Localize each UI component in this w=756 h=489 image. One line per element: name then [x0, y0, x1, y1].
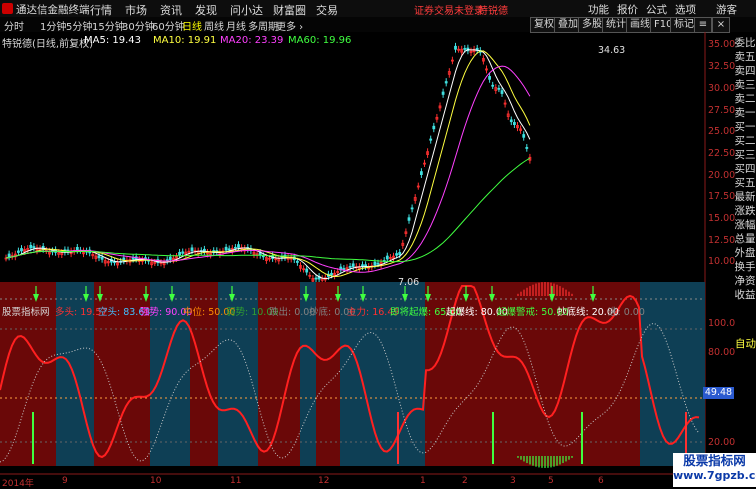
- sidebar-item[interactable]: 卖四: [734, 65, 756, 78]
- menu-formula[interactable]: 公式: [646, 2, 667, 17]
- menu-function[interactable]: 功能: [588, 2, 609, 17]
- date-label: 5: [548, 476, 554, 486]
- sidebar-item[interactable]: 换手: [734, 261, 756, 274]
- ma10-label: MA10: 19.91: [153, 35, 217, 46]
- price-tick: 17.50: [708, 191, 736, 202]
- sidebar-item[interactable]: 买二: [734, 135, 756, 148]
- ind-axis-tick: 100.0: [708, 318, 736, 329]
- sidebar-item[interactable]: 最新: [734, 191, 756, 204]
- period-intraday[interactable]: 分时: [4, 18, 24, 33]
- price-tick: 20.00: [708, 170, 736, 181]
- sidebar-item[interactable]: 卖二: [734, 93, 756, 106]
- guest-label[interactable]: 游客: [716, 2, 737, 17]
- sidebar-item[interactable]: 卖五: [734, 51, 756, 64]
- period-1min[interactable]: 1分钟: [40, 18, 66, 33]
- menu-market[interactable]: 市场: [125, 2, 147, 18]
- period-30min[interactable]: 30分钟: [122, 18, 155, 33]
- ma20-label: MA20: 23.39: [220, 35, 284, 46]
- date-label: 2: [462, 476, 468, 486]
- menu-wealth[interactable]: 财富圈: [273, 2, 306, 18]
- auto-label[interactable]: 自动: [735, 336, 756, 351]
- close-icon[interactable]: ×: [712, 17, 730, 33]
- ind-axis-tick: 20.00: [708, 437, 736, 448]
- date-label: 11: [230, 476, 242, 486]
- date-label: 9: [62, 476, 68, 486]
- sidebar-item[interactable]: 买五: [734, 177, 756, 190]
- menu-options[interactable]: 选项: [675, 2, 696, 17]
- app-logo-icon: [2, 3, 13, 14]
- high-price-annotation: 34.63: [598, 45, 626, 56]
- sidebar-item[interactable]: 委比: [734, 37, 756, 50]
- watermark: 股票指标网 www.7gpzb.com: [673, 453, 756, 487]
- date-label: 3: [510, 476, 516, 486]
- sidebar-item[interactable]: 涨跌: [734, 205, 756, 218]
- chart-area: [0, 32, 706, 487]
- menu-trade[interactable]: 交易: [316, 2, 338, 18]
- login-notice[interactable]: 证券交易未登录: [414, 2, 484, 17]
- low-price-annotation: 7.06: [398, 277, 420, 288]
- price-tick: 15.00: [708, 213, 736, 224]
- menu-bar: 通达信金融终端 行情 市场 资讯 发现 问小达 财富圈 交易 证券交易未登录 特…: [0, 0, 756, 18]
- price-tick: 35.00: [708, 39, 736, 50]
- quote-sidebar: 委比 卖五 卖四 卖三 卖二 卖一 买一 买二 买三 买四 买五 最新 涨跌 涨…: [734, 34, 756, 310]
- sidebar-item[interactable]: 涨幅: [734, 219, 756, 232]
- price-tick: 10.00: [708, 256, 736, 267]
- menu-ask[interactable]: 问小达: [230, 2, 263, 18]
- period-more[interactable]: 更多 ›: [276, 18, 303, 33]
- sidebar-item[interactable]: 收益: [734, 289, 756, 302]
- sidebar-item[interactable]: 买一: [734, 121, 756, 134]
- price-tick: 22.50: [708, 148, 736, 159]
- sidebar-item[interactable]: 卖三: [734, 79, 756, 92]
- sidebar-item[interactable]: 净资: [734, 275, 756, 288]
- price-tick: 12.50: [708, 235, 736, 246]
- date-label: 2014年: [2, 479, 34, 489]
- ma5-label: MA5: 19.43: [84, 35, 142, 46]
- moving-average-series: [5, 49, 531, 280]
- period-multi[interactable]: 多周期: [248, 18, 278, 33]
- period-weekly[interactable]: 周线: [204, 18, 224, 33]
- period-monthly[interactable]: 月线: [226, 18, 246, 33]
- sidebar-item[interactable]: 买四: [734, 163, 756, 176]
- sidebar-item[interactable]: 外盘: [734, 247, 756, 260]
- date-label: 10: [150, 476, 162, 486]
- menu-news[interactable]: 资讯: [160, 2, 182, 18]
- menu-quote[interactable]: 报价: [617, 2, 638, 17]
- candlestick-series: [4, 42, 532, 285]
- period-daily[interactable]: 日线: [182, 18, 202, 33]
- ma60-label: MA60: 19.96: [288, 35, 352, 46]
- app-title: 通达信金融终端: [16, 4, 90, 16]
- indicator-current-value: 49.48: [703, 387, 734, 399]
- menu-discover[interactable]: 发现: [195, 2, 217, 18]
- price-tick: 27.50: [708, 105, 736, 116]
- ind-axis-tick: 80.00: [708, 347, 736, 358]
- date-label: 12: [318, 476, 330, 486]
- sidebar-item[interactable]: 买三: [734, 149, 756, 162]
- indicator-name: 股票指标网: [2, 307, 50, 318]
- chart-title: 特锐德(日线,前复权): [2, 39, 93, 50]
- sidebar-item[interactable]: 卖一: [734, 107, 756, 120]
- ind-legend-escape: 逃: 0.00: [608, 307, 645, 318]
- watermark-url: www.7gpzb.com: [673, 469, 756, 482]
- stock-name-top: 特锐德: [478, 6, 508, 17]
- price-tick: 25.00: [708, 126, 736, 137]
- menu-quotes[interactable]: 行情: [90, 2, 112, 18]
- watermark-title: 股票指标网: [683, 453, 746, 468]
- period-15min[interactable]: 15分钟: [92, 18, 125, 33]
- sidebar-item[interactable]: 总量: [734, 233, 756, 246]
- price-tick: 30.00: [708, 83, 736, 94]
- period-5min[interactable]: 5分钟: [66, 18, 92, 33]
- period-60min[interactable]: 60分钟: [152, 18, 185, 33]
- date-label: 1: [420, 476, 426, 486]
- menu-icon[interactable]: ≡: [694, 17, 712, 33]
- date-label: 6: [598, 476, 604, 486]
- price-tick: 32.50: [708, 61, 736, 72]
